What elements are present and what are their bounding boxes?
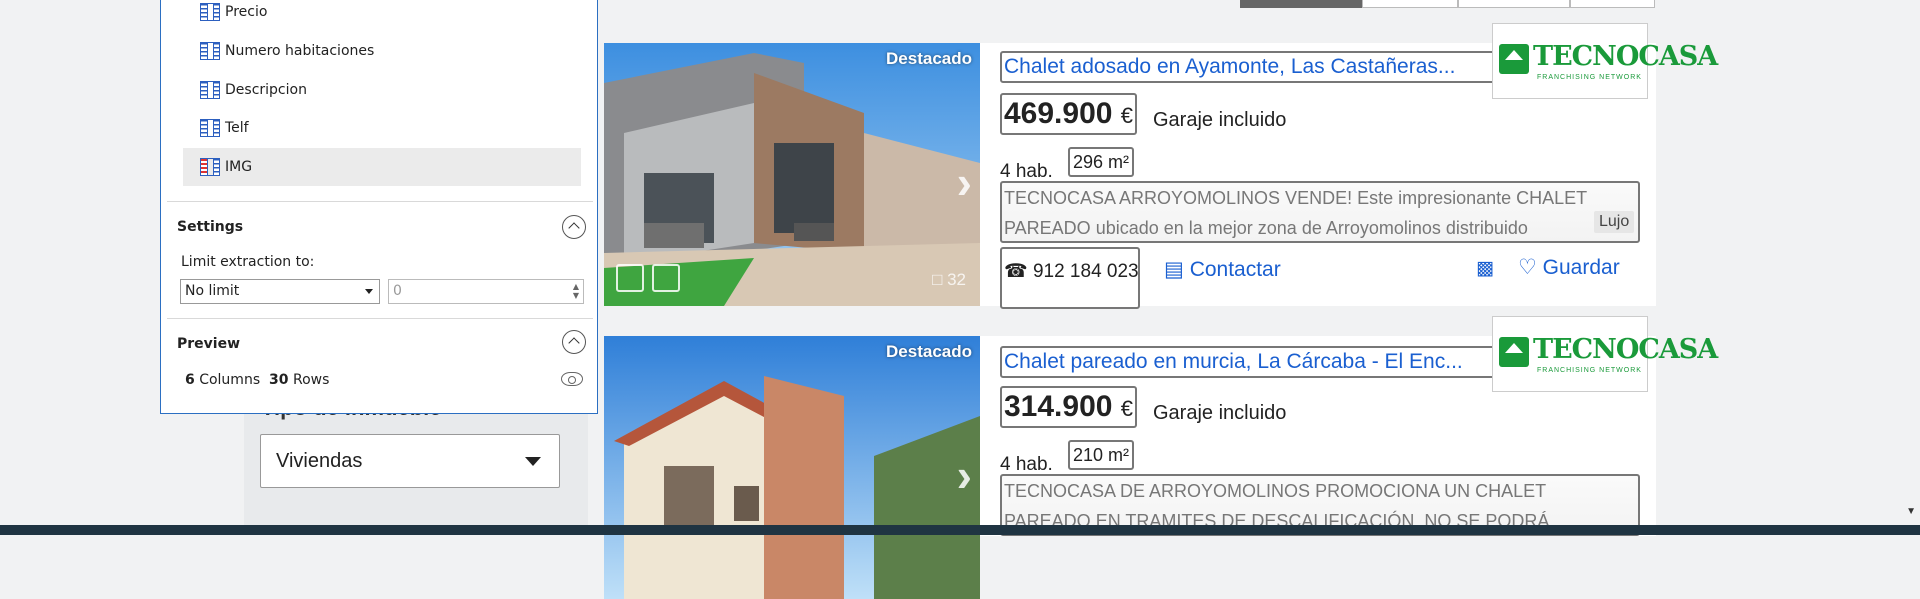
column-icon <box>200 3 220 21</box>
caret-down-icon <box>365 289 373 294</box>
column-icon <box>200 158 220 176</box>
listing-description[interactable]: TECNOCASA ARROYOMOLINOS VENDE! Este impr… <box>1000 181 1640 243</box>
chevron-right-icon[interactable]: › <box>957 155 972 209</box>
listing-card: Destacado › □ 32 Chalet adosado en Ayamo… <box>604 23 1718 309</box>
column-icon <box>200 81 220 99</box>
logo-tagline: FRANCHISING NETWORK <box>1537 74 1642 81</box>
parking-info: Garaje incluido <box>1153 402 1287 424</box>
contact-button[interactable]: ▤ Contactar <box>1164 257 1281 282</box>
house-logo-icon <box>1499 44 1529 74</box>
video-icon[interactable] <box>616 264 644 292</box>
column-label: Precio <box>225 4 268 20</box>
spinner-icon[interactable]: ▲ ▼ <box>573 282 579 300</box>
rooms-info: 4 hab. <box>1000 454 1053 475</box>
size-info: 296 m² <box>1068 147 1135 177</box>
heart-icon: ♡ <box>1518 256 1537 279</box>
listing-title[interactable]: Chalet pareado en murcia, La Cárcaba - E… <box>1000 346 1500 378</box>
listing-card: Destacado › Chalet pareado en murcia, La… <box>604 316 1718 599</box>
extraction-panel: Precio Numero habitaciones Descripcion T… <box>160 0 598 414</box>
tab-3[interactable] <box>1458 0 1570 8</box>
save-button[interactable]: ♡ Guardar <box>1518 255 1620 280</box>
phone-icon: ☎ <box>1004 261 1028 282</box>
house-photo <box>604 336 980 599</box>
divider <box>167 318 593 319</box>
listing-title[interactable]: Chalet adosado en Ayamonte, Las Castañer… <box>1000 51 1500 83</box>
scroll-down-icon[interactable]: ▼ <box>1906 506 1916 517</box>
column-item[interactable]: Numero habitaciones <box>183 32 581 70</box>
limit-number-value: 0 <box>393 283 402 299</box>
limit-select[interactable]: No limit <box>180 279 380 304</box>
settings-title: Settings <box>177 219 244 235</box>
listing-price: 314.900 € <box>1000 386 1138 428</box>
logo-brand: TECNOCASA <box>1533 334 1718 365</box>
bottom-bar <box>0 525 1920 535</box>
column-label: Telf <box>225 120 249 136</box>
collapse-up-icon[interactable] <box>562 215 586 239</box>
chat-icon: ▤ <box>1164 258 1184 281</box>
camera-icon: □ <box>932 270 943 289</box>
column-item-selected[interactable]: IMG <box>183 148 581 186</box>
caret-down-icon <box>525 457 541 466</box>
collapse-up-icon[interactable] <box>562 330 586 354</box>
parking-info: Garaje incluido <box>1153 109 1287 131</box>
listing-photo[interactable]: Destacado › <box>604 336 980 599</box>
column-icon <box>200 42 220 60</box>
column-label: Descripcion <box>225 82 307 98</box>
map-icon[interactable] <box>652 264 680 292</box>
column-label: IMG <box>225 159 253 175</box>
column-item[interactable]: Precio <box>183 0 581 31</box>
tab-1[interactable] <box>1240 0 1362 8</box>
agency-logo[interactable]: TECNOCASA FRANCHISING NETWORK <box>1492 23 1718 99</box>
luxury-tag: Lujo <box>1594 211 1635 233</box>
limit-select-value: No limit <box>185 283 240 299</box>
preview-stats: 6 Columns 30 Rows <box>185 372 330 388</box>
chevron-right-icon[interactable]: › <box>957 448 972 502</box>
listing-price: 469.900 € <box>1000 93 1138 135</box>
rooms-info: 4 hab. <box>1000 161 1053 182</box>
house-logo-icon <box>1499 337 1529 367</box>
limit-label: Limit extraction to: <box>181 254 315 270</box>
column-item[interactable]: Telf <box>183 109 581 147</box>
listing-photo[interactable]: Destacado › □ 32 <box>604 43 980 306</box>
column-label: Numero habitaciones <box>225 43 375 59</box>
preview-title: Preview <box>177 336 241 352</box>
featured-badge: Destacado <box>886 342 972 361</box>
tab-4[interactable] <box>1570 0 1655 8</box>
limit-number-input[interactable]: 0 ▲ ▼ <box>388 279 584 304</box>
logo-tagline: FRANCHISING NETWORK <box>1537 367 1642 374</box>
property-type-value: Viviendas <box>276 450 363 472</box>
photo-count: □ 32 <box>932 270 966 289</box>
phone-button[interactable]: ☎ 912 184 023 <box>1000 247 1140 309</box>
column-icon <box>200 119 220 137</box>
trash-icon[interactable]: ▩ <box>1476 257 1494 280</box>
property-type-select[interactable]: Viviendas <box>260 434 560 488</box>
view-tabs <box>1240 0 1655 8</box>
divider <box>167 201 593 202</box>
tab-2[interactable] <box>1362 0 1458 8</box>
size-info: 210 m² <box>1068 440 1135 470</box>
agency-logo[interactable]: TECNOCASA FRANCHISING NETWORK <box>1492 316 1718 392</box>
column-item[interactable]: Descripcion <box>183 71 581 109</box>
featured-badge: Destacado <box>886 49 972 68</box>
logo-brand: TECNOCASA <box>1533 41 1718 72</box>
eye-icon[interactable] <box>561 372 583 386</box>
